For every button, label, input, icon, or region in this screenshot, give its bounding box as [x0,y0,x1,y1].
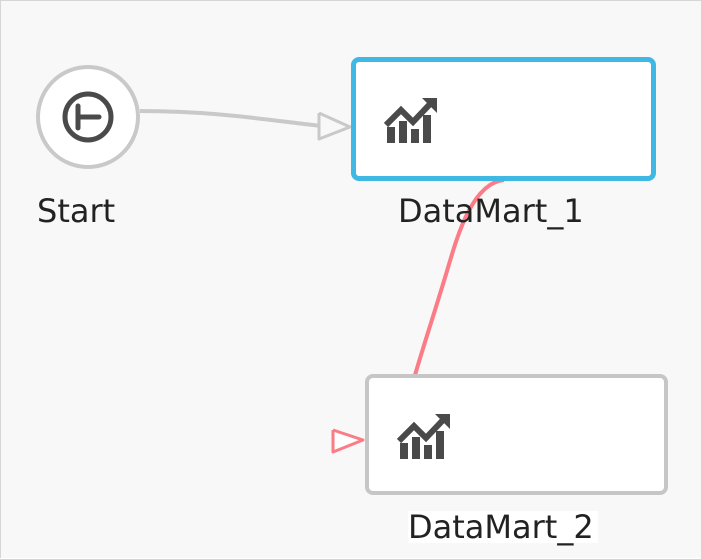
datamart-2-node[interactable] [365,374,668,495]
data-mart-chart-icon [384,98,437,143]
datamart-1-node[interactable] [351,57,656,181]
start-icon [62,91,114,143]
start-node-label: Start [37,192,116,230]
data-mart-chart-icon [397,414,450,459]
start-node[interactable] [36,65,140,169]
datamart-1-label: DataMart_1 [398,192,584,230]
datamart-2-label: DataMart_2 [408,511,598,543]
link-arrowhead-datamart-2 [331,428,365,454]
link-start-to-datamart-1[interactable] [139,109,332,129]
workflow-canvas[interactable]: Start DataMart_1 DataMart_2 [0,0,701,558]
